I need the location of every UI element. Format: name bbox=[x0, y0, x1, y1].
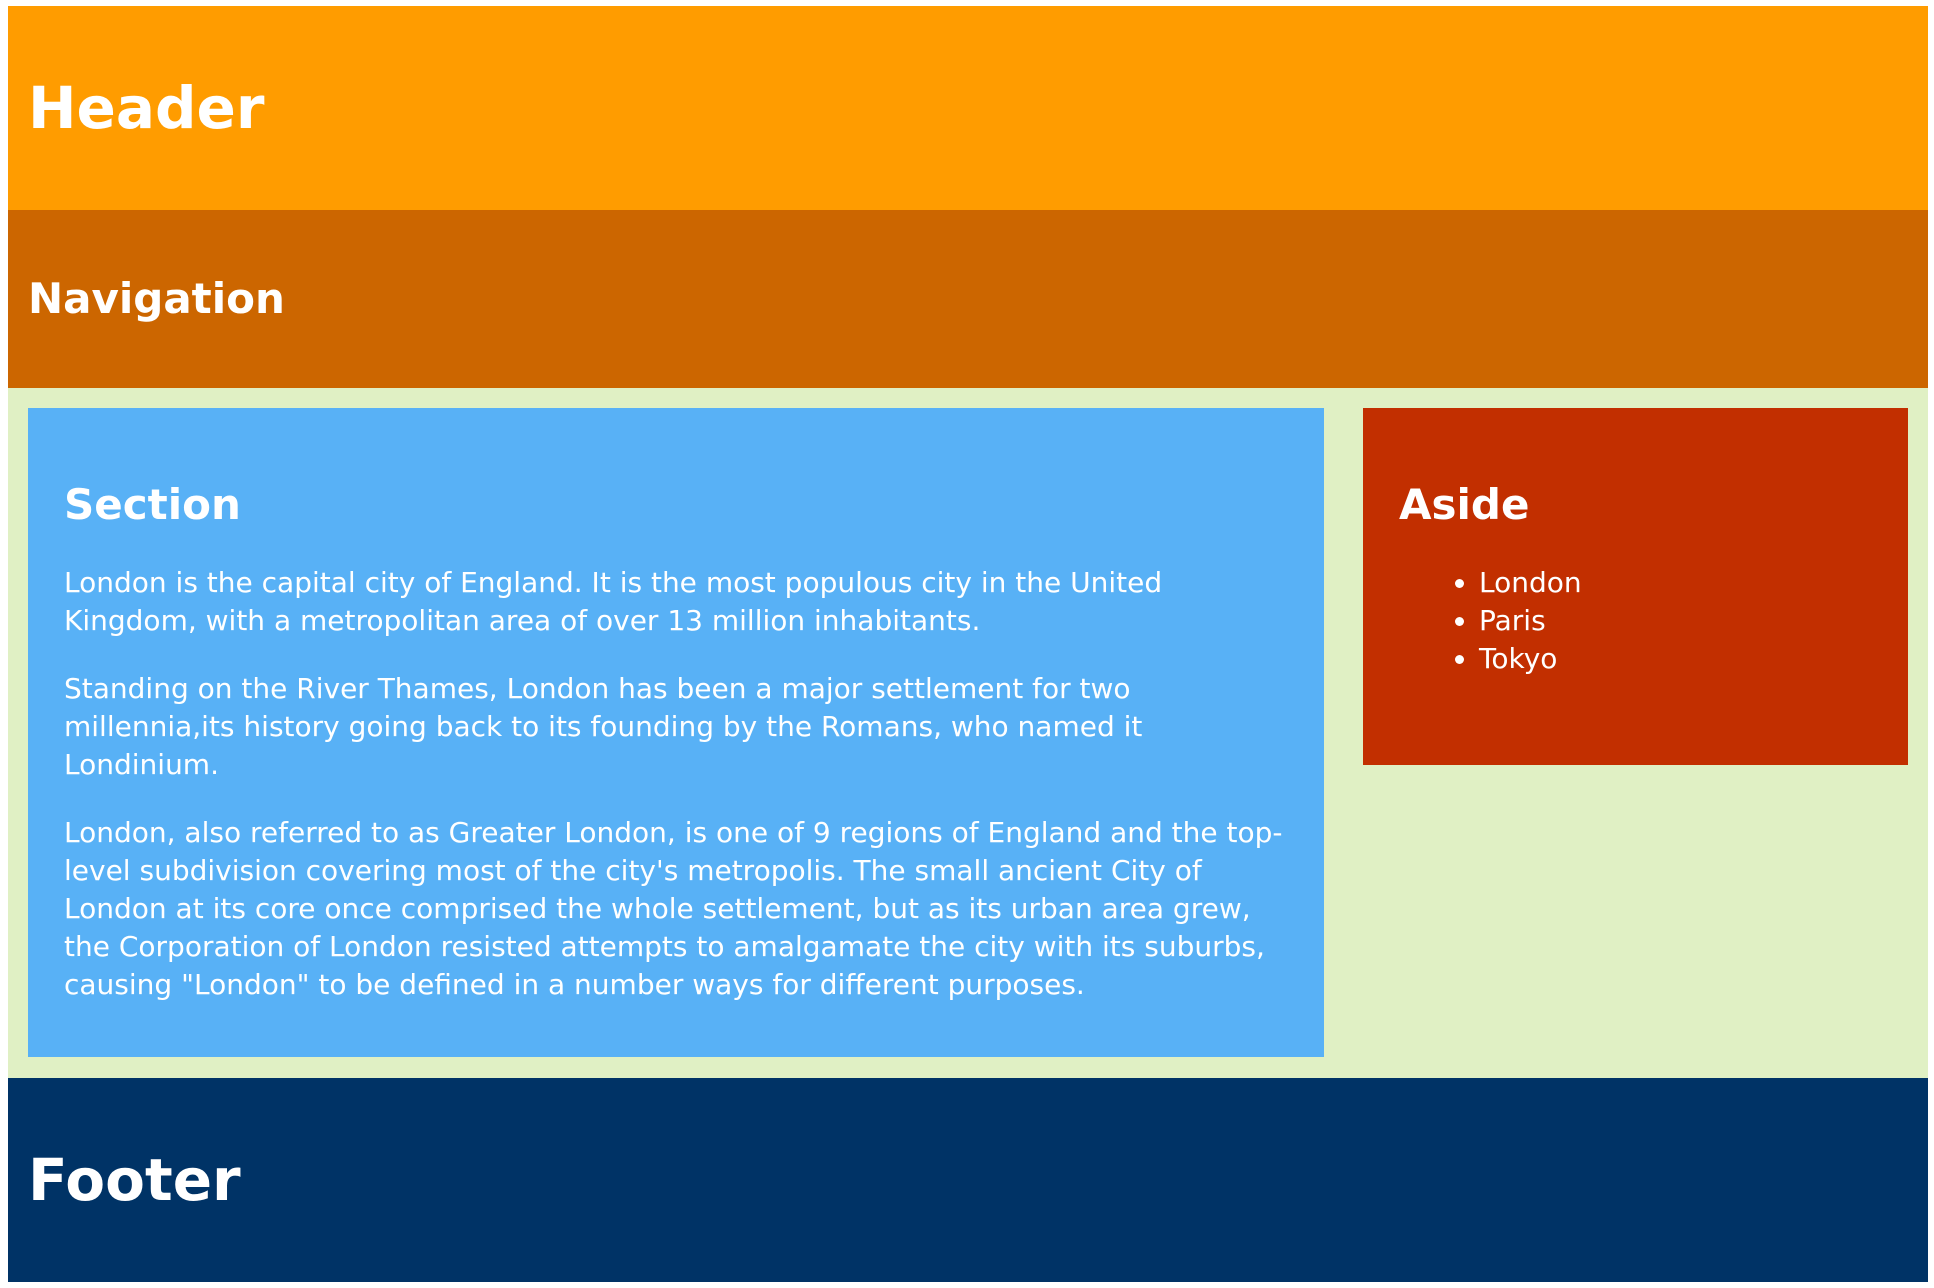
footer-title: Footer bbox=[28, 1146, 241, 1214]
page-footer: Footer bbox=[8, 1078, 1928, 1282]
page-header: Header bbox=[8, 6, 1928, 210]
section-title: Section bbox=[64, 480, 241, 529]
page-layout: Header Navigation Section London is the … bbox=[8, 6, 1928, 1282]
section-paragraph: London is the capital city of England. I… bbox=[64, 566, 1163, 637]
content-section: Section London is the capital city of En… bbox=[28, 408, 1324, 1057]
section-paragraph: London, also referred to as Greater Lond… bbox=[64, 816, 1283, 1001]
navigation-bar: Navigation bbox=[8, 210, 1928, 388]
aside-panel: Aside London Paris Tokyo bbox=[1363, 408, 1908, 765]
list-item: Tokyo bbox=[1479, 640, 1872, 678]
list-item: London bbox=[1479, 564, 1872, 602]
aside-title: Aside bbox=[1399, 480, 1530, 529]
main-content: Section London is the capital city of En… bbox=[8, 388, 1928, 1078]
navigation-title: Navigation bbox=[28, 274, 285, 323]
header-title: Header bbox=[28, 74, 265, 142]
city-list: London Paris Tokyo bbox=[1399, 564, 1872, 678]
list-item: Paris bbox=[1479, 602, 1872, 640]
section-paragraph: Standing on the River Thames, London has… bbox=[64, 672, 1143, 781]
